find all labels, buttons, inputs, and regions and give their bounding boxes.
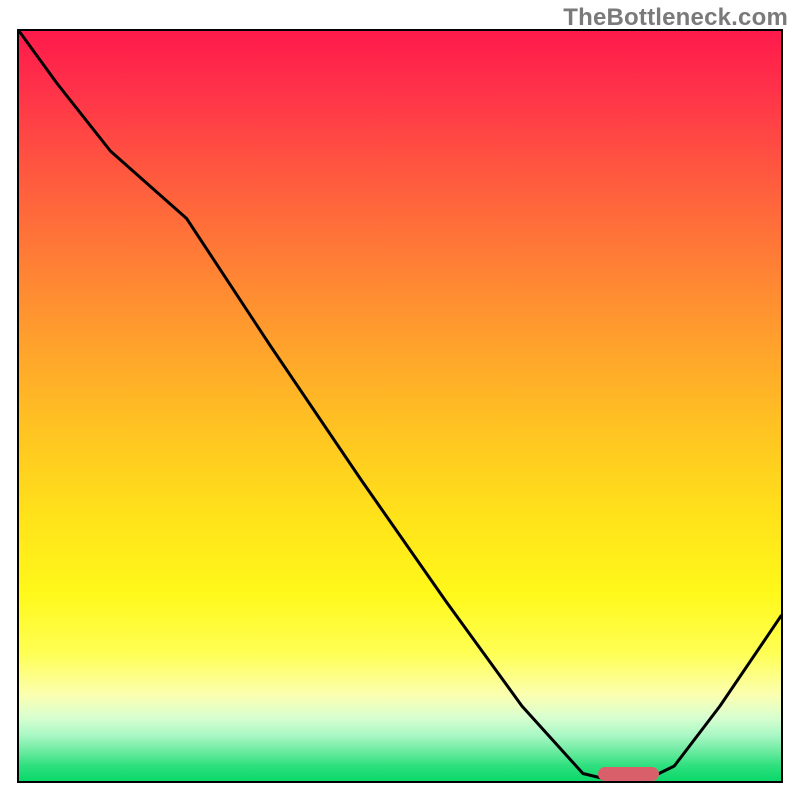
optimal-range-marker (598, 767, 659, 781)
bottleneck-curve (19, 31, 781, 781)
watermark-text: TheBottleneck.com (563, 4, 788, 32)
chart-container: TheBottleneck.com (0, 0, 800, 800)
plot-area (19, 31, 781, 781)
